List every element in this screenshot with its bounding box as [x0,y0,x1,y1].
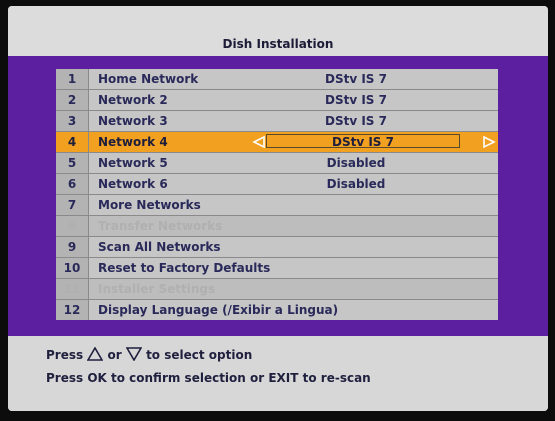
help-line-navigate: Press or to select option [46,346,253,362]
item-number: 12 [56,300,89,320]
arrow-left-icon[interactable] [252,135,266,149]
menu-item-reset-factory-defaults[interactable]: 10 Reset to Factory Defaults [56,258,498,279]
item-number: 3 [56,111,89,131]
tv-screen: Dish Installation 1 Home Network DStv IS… [8,6,548,411]
item-number: 9 [56,237,89,257]
item-label: Scan All Networks [98,240,221,254]
menu-item-installer-settings: 11 Installer Settings [56,279,498,300]
item-label: Display Language (/Exibir a Lingua) [98,303,339,317]
item-label: Network 2 [98,93,168,107]
triangle-down-icon [125,347,143,362]
menu-item-network-5[interactable]: 5 Network 5 Disabled [56,153,498,174]
menu-item-display-language[interactable]: 12 Display Language (/Exibir a Lingua) [56,300,498,320]
page-title: Dish Installation [222,37,334,51]
item-number: 5 [56,153,89,173]
item-label: Network 3 [98,114,168,128]
item-label: Installer Settings [98,282,216,296]
menu-item-home-network[interactable]: 1 Home Network DStv IS 7 [56,69,498,90]
menu-item-network-4[interactable]: 4 Network 4 DStv IS 7 [56,132,498,153]
item-number: 1 [56,69,89,89]
item-label: Reset to Factory Defaults [98,261,271,275]
item-value: DStv IS 7 [325,72,387,86]
help-footer: Press or to select option Press OK to co… [8,336,548,411]
network-menu: 1 Home Network DStv IS 7 2 Network 2 DSt… [56,69,498,320]
item-number: 11 [56,279,89,299]
item-number: 2 [56,90,89,110]
item-label: More Networks [98,198,201,212]
help-line-confirm: Press OK to confirm selection or EXIT to… [46,371,371,385]
arrow-right-icon[interactable] [482,135,496,149]
menu-item-network-3[interactable]: 3 Network 3 DStv IS 7 [56,111,498,132]
item-value: Disabled [326,177,386,191]
help-select-text: to select option [146,348,253,362]
item-label: Network 4 [98,135,168,149]
menu-item-transfer-networks: 8 Transfer Networks [56,216,498,237]
menu-item-network-2[interactable]: 2 Network 2 DStv IS 7 [56,90,498,111]
menu-item-more-networks[interactable]: 7 More Networks [56,195,498,216]
item-label: Transfer Networks [98,219,223,233]
triangle-up-icon [86,346,104,361]
menu-panel: 1 Home Network DStv IS 7 2 Network 2 DSt… [8,56,548,336]
item-number: 8 [56,216,89,236]
item-label: Network 6 [98,177,168,191]
item-value: DStv IS 7 [325,114,387,128]
item-value: Disabled [326,156,386,170]
item-number: 10 [56,258,89,278]
item-number: 7 [56,195,89,215]
menu-item-scan-all-networks[interactable]: 9 Scan All Networks [56,237,498,258]
help-or-text: or [107,348,122,362]
item-label: Network 5 [98,156,168,170]
title-bar: Dish Installation [8,6,548,56]
item-number: 4 [56,132,89,152]
item-value-selector[interactable]: DStv IS 7 [266,134,460,149]
help-press-text: Press [46,348,84,362]
item-label: Home Network [98,72,199,86]
item-number: 6 [56,174,89,194]
menu-item-network-6[interactable]: 6 Network 6 Disabled [56,174,498,195]
item-value: DStv IS 7 [325,93,387,107]
